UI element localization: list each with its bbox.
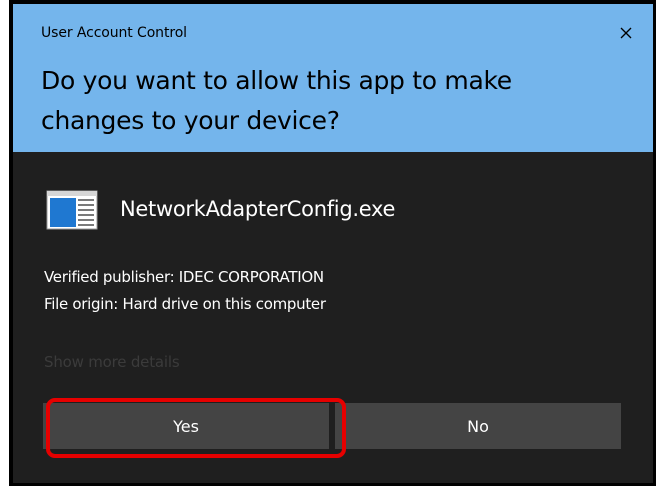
uac-dialog: User Account Control Do you want to allo… xyxy=(13,4,653,483)
no-button[interactable]: No xyxy=(335,403,621,449)
close-icon[interactable] xyxy=(613,20,639,46)
window-title: User Account Control xyxy=(41,25,187,41)
dialog-question: Do you want to allow this app to make ch… xyxy=(41,66,512,135)
show-more-details-link[interactable]: Show more details xyxy=(44,353,180,371)
yes-button[interactable]: Yes xyxy=(43,403,329,449)
app-name: NetworkAdapterConfig.exe xyxy=(120,197,396,221)
verified-publisher: Verified publisher: IDEC CORPORATION xyxy=(44,268,324,286)
dialog-header: User Account Control Do you want to allo… xyxy=(13,4,653,152)
file-origin: File origin: Hard drive on this computer xyxy=(44,295,326,313)
application-window-icon xyxy=(46,190,98,230)
